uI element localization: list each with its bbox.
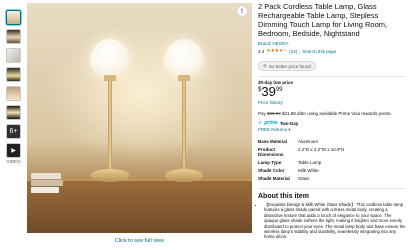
thumbnail-5[interactable] — [6, 86, 21, 101]
spec-row: Shade Material Glass — [258, 176, 310, 181]
list-item: 【Exquisite Design & Milk White Glass Sha… — [264, 202, 406, 240]
brand-link[interactable]: Brand: HEORA — [258, 41, 406, 46]
divider — [258, 188, 406, 189]
full-view-link[interactable]: Click to see full view — [27, 238, 252, 244]
review-count[interactable]: (24) — [289, 49, 297, 54]
product-title: 2 Pack Cordless Table Lamp, Glass Rechar… — [258, 2, 388, 38]
prime-logo: prime — [264, 120, 278, 126]
video-thumbnail[interactable]: ▶ — [6, 143, 21, 158]
search-page-link[interactable]: Search this page — [302, 49, 336, 54]
price: $ 39 99 — [258, 84, 406, 99]
video-label: VIDEO — [6, 159, 21, 164]
spec-row: Shade Color Milk White — [258, 168, 319, 173]
more-images-count: 6+ — [9, 128, 18, 135]
lamp-left — [85, 39, 135, 189]
about-title: About this item — [258, 193, 309, 200]
deal-label: 30-day low price — [258, 80, 294, 85]
thumbnail-4[interactable] — [6, 67, 21, 82]
star-rating-icon[interactable]: ★★★★☆ — [266, 48, 287, 54]
price-fraction: 99 — [275, 87, 283, 93]
divider — [258, 76, 406, 77]
price-whole: 39 — [261, 84, 276, 99]
main-product-image[interactable] — [27, 3, 252, 233]
price-compare-pill[interactable]: ⊘ No better price found — [258, 61, 316, 71]
prime-badge: ✓ prime Two-Day — [258, 120, 406, 126]
check-icon: ✓ — [258, 120, 263, 126]
thumbnail-strip: 6+ ▶ VIDEO — [6, 10, 24, 164]
books — [31, 173, 65, 195]
about-bullets: 【Exquisite Design & Milk White Glass Sha… — [258, 202, 406, 240]
spec-row: Base Material Aluminum — [258, 139, 319, 144]
spec-table: Base Material Aluminum Product Dimensions… — [258, 139, 344, 184]
tag-icon: ⊘ — [263, 63, 267, 68]
price-compare-text: No better price found — [268, 63, 311, 69]
share-icon[interactable]: ⇪ — [236, 5, 248, 17]
play-icon: ▶ — [11, 148, 16, 154]
thumbnail-6[interactable] — [6, 105, 21, 120]
lamp-right — [159, 39, 209, 189]
product-details: 2 Pack Cordless Table Lamp, Glass Rechar… — [258, 2, 406, 241]
spec-row: Lamp Type Table Lamp — [258, 160, 322, 165]
visa-offer: Pay $39.99 $21.99 after using available … — [258, 111, 392, 116]
thumbnail-1[interactable] — [6, 10, 21, 25]
spec-row: Product Dimensions 4.2"D x 4.2"W x 10.9"H — [258, 147, 345, 157]
more-images-thumbnail[interactable]: 6+ — [6, 124, 21, 139]
old-price: $39.99 — [267, 111, 281, 116]
thumbnail-2[interactable] — [6, 29, 21, 44]
free-returns-link[interactable]: FREE Returns ▾ — [258, 127, 406, 133]
thumbnail-3[interactable] — [6, 48, 21, 63]
price-history-link[interactable]: Price history — [258, 100, 406, 105]
prime-delivery: Two-Day — [279, 120, 299, 126]
rating-value: 4.4 — [258, 48, 265, 54]
rating-row: 4.4 ★★★★☆ (24) | Search this page — [258, 48, 337, 54]
